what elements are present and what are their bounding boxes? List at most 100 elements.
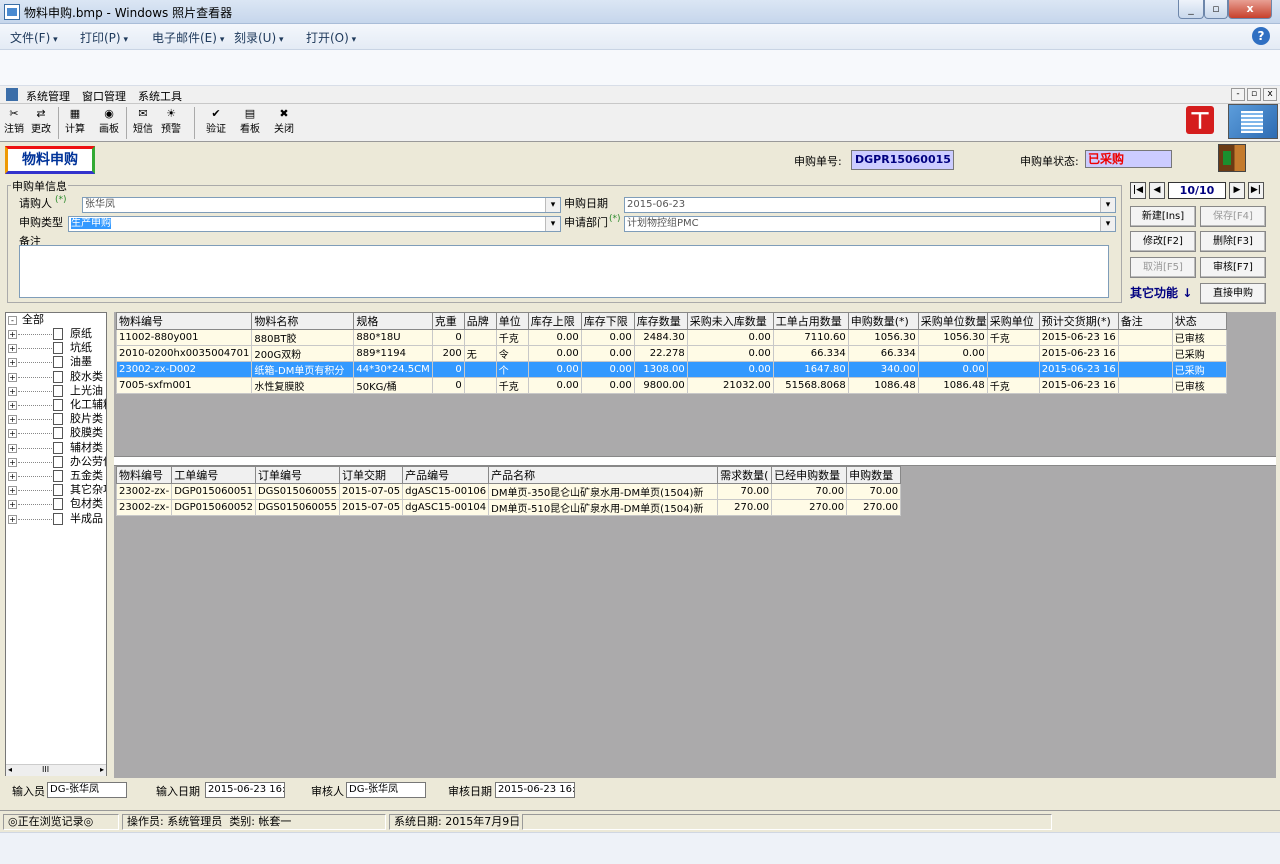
other-functions-label[interactable]: 其它功能 ↓ (1130, 284, 1192, 301)
request-date-field[interactable]: 2015-06-23 (624, 197, 1116, 213)
request-type-select[interactable]: 生产申购 (68, 216, 561, 232)
menu-email[interactable]: 电子邮件(E) (152, 29, 224, 46)
save-button[interactable]: 保存[F4] (1200, 206, 1266, 227)
app-menu-system[interactable]: 系统管理 (26, 88, 70, 104)
column-header[interactable]: 申购数量(*) (847, 312, 919, 330)
expand-icon[interactable]: + (8, 358, 17, 368)
next-record-button[interactable]: ▶ (1229, 182, 1245, 199)
last-record-button[interactable]: ▶| (1248, 182, 1264, 199)
alert-button[interactable]: ☀ 预警 (158, 107, 184, 135)
expand-icon[interactable]: + (8, 386, 17, 396)
column-header[interactable]: 规格 (353, 312, 433, 330)
column-header[interactable]: 物料名称 (251, 312, 355, 330)
column-header[interactable]: 物料编号 (115, 312, 253, 330)
app-menu-window[interactable]: 窗口管理 (82, 88, 126, 104)
maximize-button[interactable]: ▫ (1204, 0, 1228, 19)
column-header[interactable]: 库存下限 (580, 312, 635, 330)
dept-select[interactable]: 计划物控组PMC (624, 216, 1116, 232)
column-header[interactable]: 单位 (495, 312, 529, 330)
table-cell: 66.334 (847, 345, 919, 362)
remark-textarea[interactable] (19, 245, 1109, 298)
column-header[interactable]: 状态 (1171, 312, 1227, 330)
expand-icon[interactable]: + (8, 443, 17, 453)
minimize-button[interactable]: _ (1178, 0, 1204, 19)
column-header[interactable]: 品牌 (463, 312, 497, 330)
scroll-right-icon[interactable]: ▸ (100, 765, 104, 774)
column-header[interactable]: 物料编号 (115, 466, 173, 484)
column-header[interactable]: 库存上限 (527, 312, 582, 330)
scroll-thumb[interactable]: III (42, 765, 49, 774)
delete-button[interactable]: 删除[F3] (1200, 231, 1266, 252)
column-header[interactable]: 克重 (431, 312, 465, 330)
expand-icon[interactable]: + (8, 330, 17, 339)
calculator-button[interactable]: ▦ 计算 (62, 107, 88, 135)
close-module-button[interactable]: ✖ 关闭 (271, 107, 297, 135)
tree-horizontal-scrollbar[interactable]: ◂ III ▸ (6, 764, 106, 776)
exit-door-icon[interactable] (1218, 144, 1246, 172)
column-header[interactable]: 采购单位 (986, 312, 1040, 330)
material-grid[interactable]: 物料编号 物料名称 规格 克重 品牌 单位 库存上限 库存下限 库存数量 采购未入库数量 工单占用数… (115, 312, 1227, 394)
verify-button[interactable]: ✔ 验证 (203, 107, 229, 135)
menu-print[interactable]: 打印(P) (80, 29, 128, 46)
expand-icon[interactable]: + (8, 457, 17, 467)
menu-open[interactable]: 打开(O) (306, 29, 356, 46)
horizontal-splitter[interactable] (114, 456, 1276, 466)
category-tree[interactable]: -全部 + 原纸 + 坑纸 + 油墨 + 胶水类 + 上光油 + 化工辅料 + 胶片类 + 胶膜类 + 辅材类 + 办… (5, 312, 107, 776)
expand-icon[interactable]: + (8, 415, 17, 425)
app-menu-tools[interactable]: 系统工具 (138, 88, 182, 104)
direct-purchase-button[interactable]: 直接申购 (1200, 283, 1266, 304)
menu-file[interactable]: 文件(F) (10, 29, 58, 46)
column-header[interactable]: 工单编号 (171, 466, 256, 484)
column-header[interactable]: 工单占用数量 (772, 312, 849, 330)
mdi-minimize-button[interactable]: - (1231, 88, 1245, 101)
mdi-restore-button[interactable]: ▫ (1247, 88, 1261, 101)
requester-select[interactable]: 张华凤 (82, 197, 561, 213)
logout-button[interactable]: ✂ 注销 (1, 107, 27, 135)
close-window-button[interactable]: x (1228, 0, 1272, 19)
table-row[interactable]: 2010-0200hx0035004701 200G双粉 889*1194 200 无令… (115, 345, 1227, 362)
order-detail-grid[interactable]: 物料编号 工单编号 订单编号 订单交期 产品编号 产品名称 需求数量(已经申购数量 申购数量 … (115, 466, 902, 516)
expand-icon[interactable]: + (8, 472, 17, 481)
expand-icon[interactable]: + (8, 344, 17, 354)
help-icon[interactable]: ? (1252, 27, 1270, 45)
expand-icon[interactable]: + (8, 486, 17, 496)
column-header[interactable]: 库存数量 (633, 312, 688, 330)
column-header[interactable]: 采购单位数量 (917, 312, 988, 330)
table-row[interactable]: 23002-zx- DGP015060052 DGS015060055 2015-07… (115, 499, 902, 516)
table-row[interactable]: 7005-sxfm001 水性复膜胶 50KG/桶 0 千克 0.00 0.00 9800.0… (115, 377, 1227, 394)
column-header[interactable]: 预计交货期(*) (1038, 312, 1119, 330)
column-header[interactable]: 产品编号 (402, 466, 490, 484)
column-header[interactable]: 备注 (1117, 312, 1173, 330)
approve-button[interactable]: 审核[F7] (1200, 257, 1266, 278)
expand-icon[interactable]: + (8, 372, 17, 382)
table-row[interactable]: 23002-zx- DGP015060051 DGS015060055 2015-07… (115, 483, 902, 500)
expand-icon[interactable]: + (8, 401, 17, 410)
collapse-icon[interactable]: - (8, 316, 17, 325)
change-button[interactable]: ⇄ 更改 (28, 107, 54, 135)
column-header[interactable]: 采购未入库数量 (686, 312, 774, 330)
column-header[interactable]: 产品名称 (488, 466, 719, 484)
vertical-splitter[interactable] (107, 312, 114, 778)
menu-burn[interactable]: 刻录(U) (234, 29, 284, 46)
column-header[interactable]: 订单编号 (254, 466, 341, 484)
board-button[interactable]: ▤ 看板 (237, 107, 263, 135)
palette-button[interactable]: ◉ 画板 (96, 107, 122, 135)
cancel-button[interactable]: 取消[F5] (1130, 257, 1196, 278)
column-header[interactable]: 已经申购数量 (771, 466, 848, 484)
first-record-button[interactable]: |◀ (1130, 182, 1146, 199)
expand-icon[interactable]: + (8, 500, 17, 510)
prev-record-button[interactable]: ◀ (1149, 182, 1165, 199)
order-detail-grid-header: 物料编号 工单编号 订单编号 订单交期 产品编号 产品名称 需求数量(已经申购数量 申购数量 (115, 466, 902, 484)
expand-icon[interactable]: + (8, 429, 17, 439)
expand-icon[interactable]: + (8, 514, 17, 524)
column-header[interactable]: 申购数量 (846, 466, 902, 484)
new-button[interactable]: 新建[Ins] (1130, 206, 1196, 227)
table-row[interactable]: 11002-880y001 880BT胶 880*18U 0 千克 0.00 0.00 248… (115, 329, 1227, 346)
table-row[interactable]: 23002-zx-D002 纸箱-DM单页有积分 44*30*24.5CM 0 个 0.0… (115, 361, 1227, 378)
scroll-left-icon[interactable]: ◂ (8, 765, 12, 774)
sms-button[interactable]: ✉ 短信 (130, 107, 156, 135)
column-header[interactable]: 需求数量( (717, 466, 773, 484)
edit-button[interactable]: 修改[F2] (1130, 231, 1196, 252)
mdi-close-button[interactable]: x (1263, 88, 1277, 101)
column-header[interactable]: 订单交期 (339, 466, 404, 484)
